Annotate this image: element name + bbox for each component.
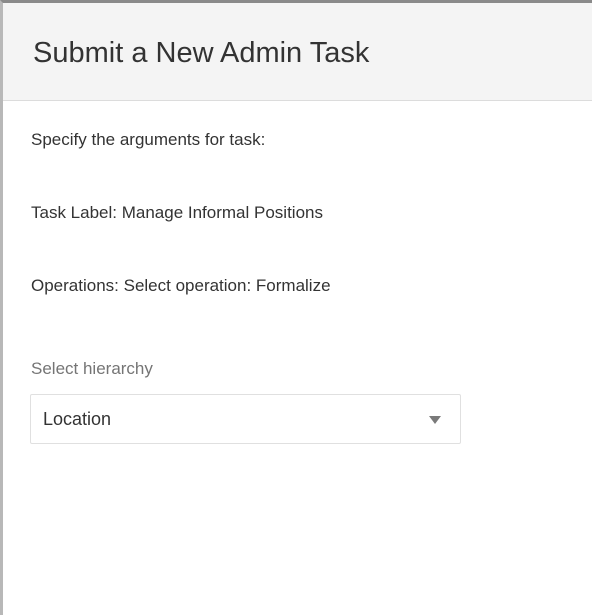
select-hierarchy-label: Select hierarchy xyxy=(31,359,153,378)
hierarchy-select[interactable]: Location xyxy=(30,394,461,444)
hierarchy-select-value: Location xyxy=(43,408,112,429)
panel-header: Submit a New Admin Task xyxy=(3,3,592,101)
admin-task-panel: Submit a New Admin Task xyxy=(0,0,592,615)
chevron-down-icon[interactable] xyxy=(429,416,441,424)
task-intro-text: Specify the arguments for task: xyxy=(31,130,266,149)
page-title: Submit a New Admin Task xyxy=(33,37,370,69)
task-label-text: Task Label: Manage Informal Positions xyxy=(31,203,323,222)
operations-text: Operations: Select operation: Formalize xyxy=(31,276,331,295)
